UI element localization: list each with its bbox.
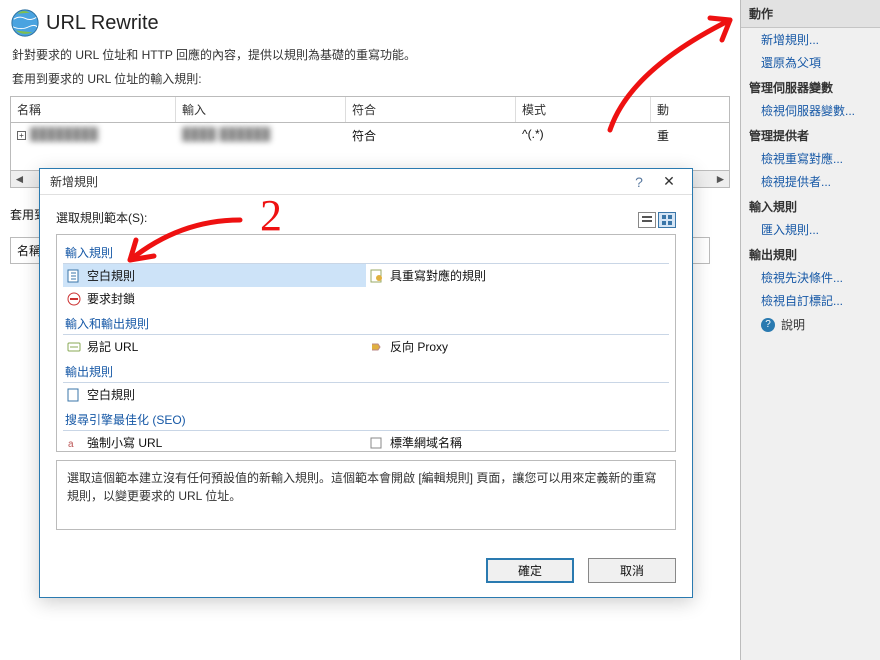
help-icon: ? (761, 318, 775, 332)
action-view-server-vars[interactable]: 檢視伺服器變數... (741, 99, 880, 122)
section-seo: 搜尋引擎最佳化 (SEO) (63, 408, 669, 431)
section-outbound-rules: 輸出規則 (741, 241, 880, 266)
ok-button[interactable]: 確定 (486, 558, 574, 583)
template-description: 選取這個範本建立沒有任何預設值的新輸入規則。這個範本會開啟 [編輯規則] 頁面，… (56, 460, 676, 530)
template-list[interactable]: 輸入規則 空白規則 具重寫對應的規則 (56, 234, 676, 452)
section-inbound-rules: 輸入規則 (741, 193, 880, 218)
page-description-1: 針對要求的 URL 位址和 HTTP 回應的內容，提供以規則為基礎的重寫功能。 (12, 46, 728, 64)
action-view-tags[interactable]: 檢視自訂標記... (741, 289, 880, 312)
item-request-block[interactable]: 要求封鎖 (63, 287, 366, 310)
section-server-vars: 管理伺服器變數 (741, 74, 880, 99)
map-rule-icon (370, 269, 384, 283)
item-reverse-proxy[interactable]: 反向 Proxy (366, 335, 669, 358)
actions-header: 動作 (741, 0, 880, 28)
add-rule-dialog: 新增規則 ? ✕ 選取規則範本(S): 輸入規則 (39, 168, 693, 598)
table-row: +████████ ████ ██████ 符合 ^(.*) 重 (11, 123, 729, 148)
view-list-icon[interactable] (638, 212, 656, 228)
section-providers: 管理提供者 (741, 122, 880, 147)
blank-rule-icon (67, 269, 81, 283)
url-rewrite-icon (10, 8, 40, 38)
actions-pane: 動作 新增規則... 還原為父項 管理伺服器變數 檢視伺服器變數... 管理提供… (740, 0, 880, 660)
item-friendly-url[interactable]: 易記 URL (63, 335, 366, 358)
scroll-right-icon: ► (712, 172, 729, 187)
col-input[interactable]: 輸入 (176, 97, 346, 122)
lowercase-icon: a (67, 436, 81, 450)
rules-grid-header: 名稱 輸入 符合 模式 動 (10, 96, 730, 123)
col-match[interactable]: 符合 (346, 97, 516, 122)
item-force-lowercase[interactable]: a 強制小寫 URL (63, 431, 366, 452)
view-grid-icon[interactable] (658, 212, 676, 228)
cancel-button[interactable]: 取消 (588, 558, 676, 583)
blank-rule-out-icon (67, 388, 81, 402)
expand-icon[interactable]: + (17, 131, 26, 140)
item-blank-rule[interactable]: 空白規則 (63, 264, 366, 287)
section-in-out: 輸入和輸出規則 (63, 312, 669, 335)
canonical-icon (370, 436, 384, 450)
item-blank-rule-out[interactable]: 空白規則 (63, 383, 366, 406)
col-name[interactable]: 名稱 (11, 97, 176, 122)
action-add-rules[interactable]: 新增規則... (741, 28, 880, 51)
action-help[interactable]: ? 說明 (741, 312, 880, 337)
rules-grid-body[interactable]: +████████ ████ ██████ 符合 ^(.*) 重 (10, 123, 730, 171)
item-canonical-domain[interactable]: 標準網域名稱 (366, 431, 669, 452)
action-import-rules[interactable]: 匯入規則... (741, 218, 880, 241)
friendly-url-icon (67, 340, 81, 354)
page-title: URL Rewrite (46, 12, 159, 35)
section-outbound: 輸出規則 (63, 360, 669, 383)
help-button[interactable]: ? (626, 174, 652, 190)
close-button[interactable]: ✕ (652, 172, 686, 192)
reverse-proxy-icon (370, 340, 384, 354)
action-view-maps[interactable]: 檢視重寫對應... (741, 147, 880, 170)
page-description-2: 套用到要求的 URL 位址的輸入規則: (12, 70, 728, 88)
col-mode[interactable]: 模式 (516, 97, 651, 122)
col-action[interactable]: 動 (651, 97, 729, 122)
dialog-title: 新增規則 (50, 173, 626, 190)
select-template-label: 選取規則範本(S): (56, 209, 147, 226)
scroll-left-icon: ◄ (11, 172, 28, 187)
action-view-providers[interactable]: 檢視提供者... (741, 170, 880, 193)
action-view-preconditions[interactable]: 檢視先決條件... (741, 266, 880, 289)
action-restore[interactable]: 還原為父項 (741, 51, 880, 74)
item-rule-with-map[interactable]: 具重寫對應的規則 (366, 264, 669, 287)
svg-text:a: a (68, 439, 74, 450)
section-inbound: 輸入規則 (63, 241, 669, 264)
block-icon (67, 292, 81, 306)
